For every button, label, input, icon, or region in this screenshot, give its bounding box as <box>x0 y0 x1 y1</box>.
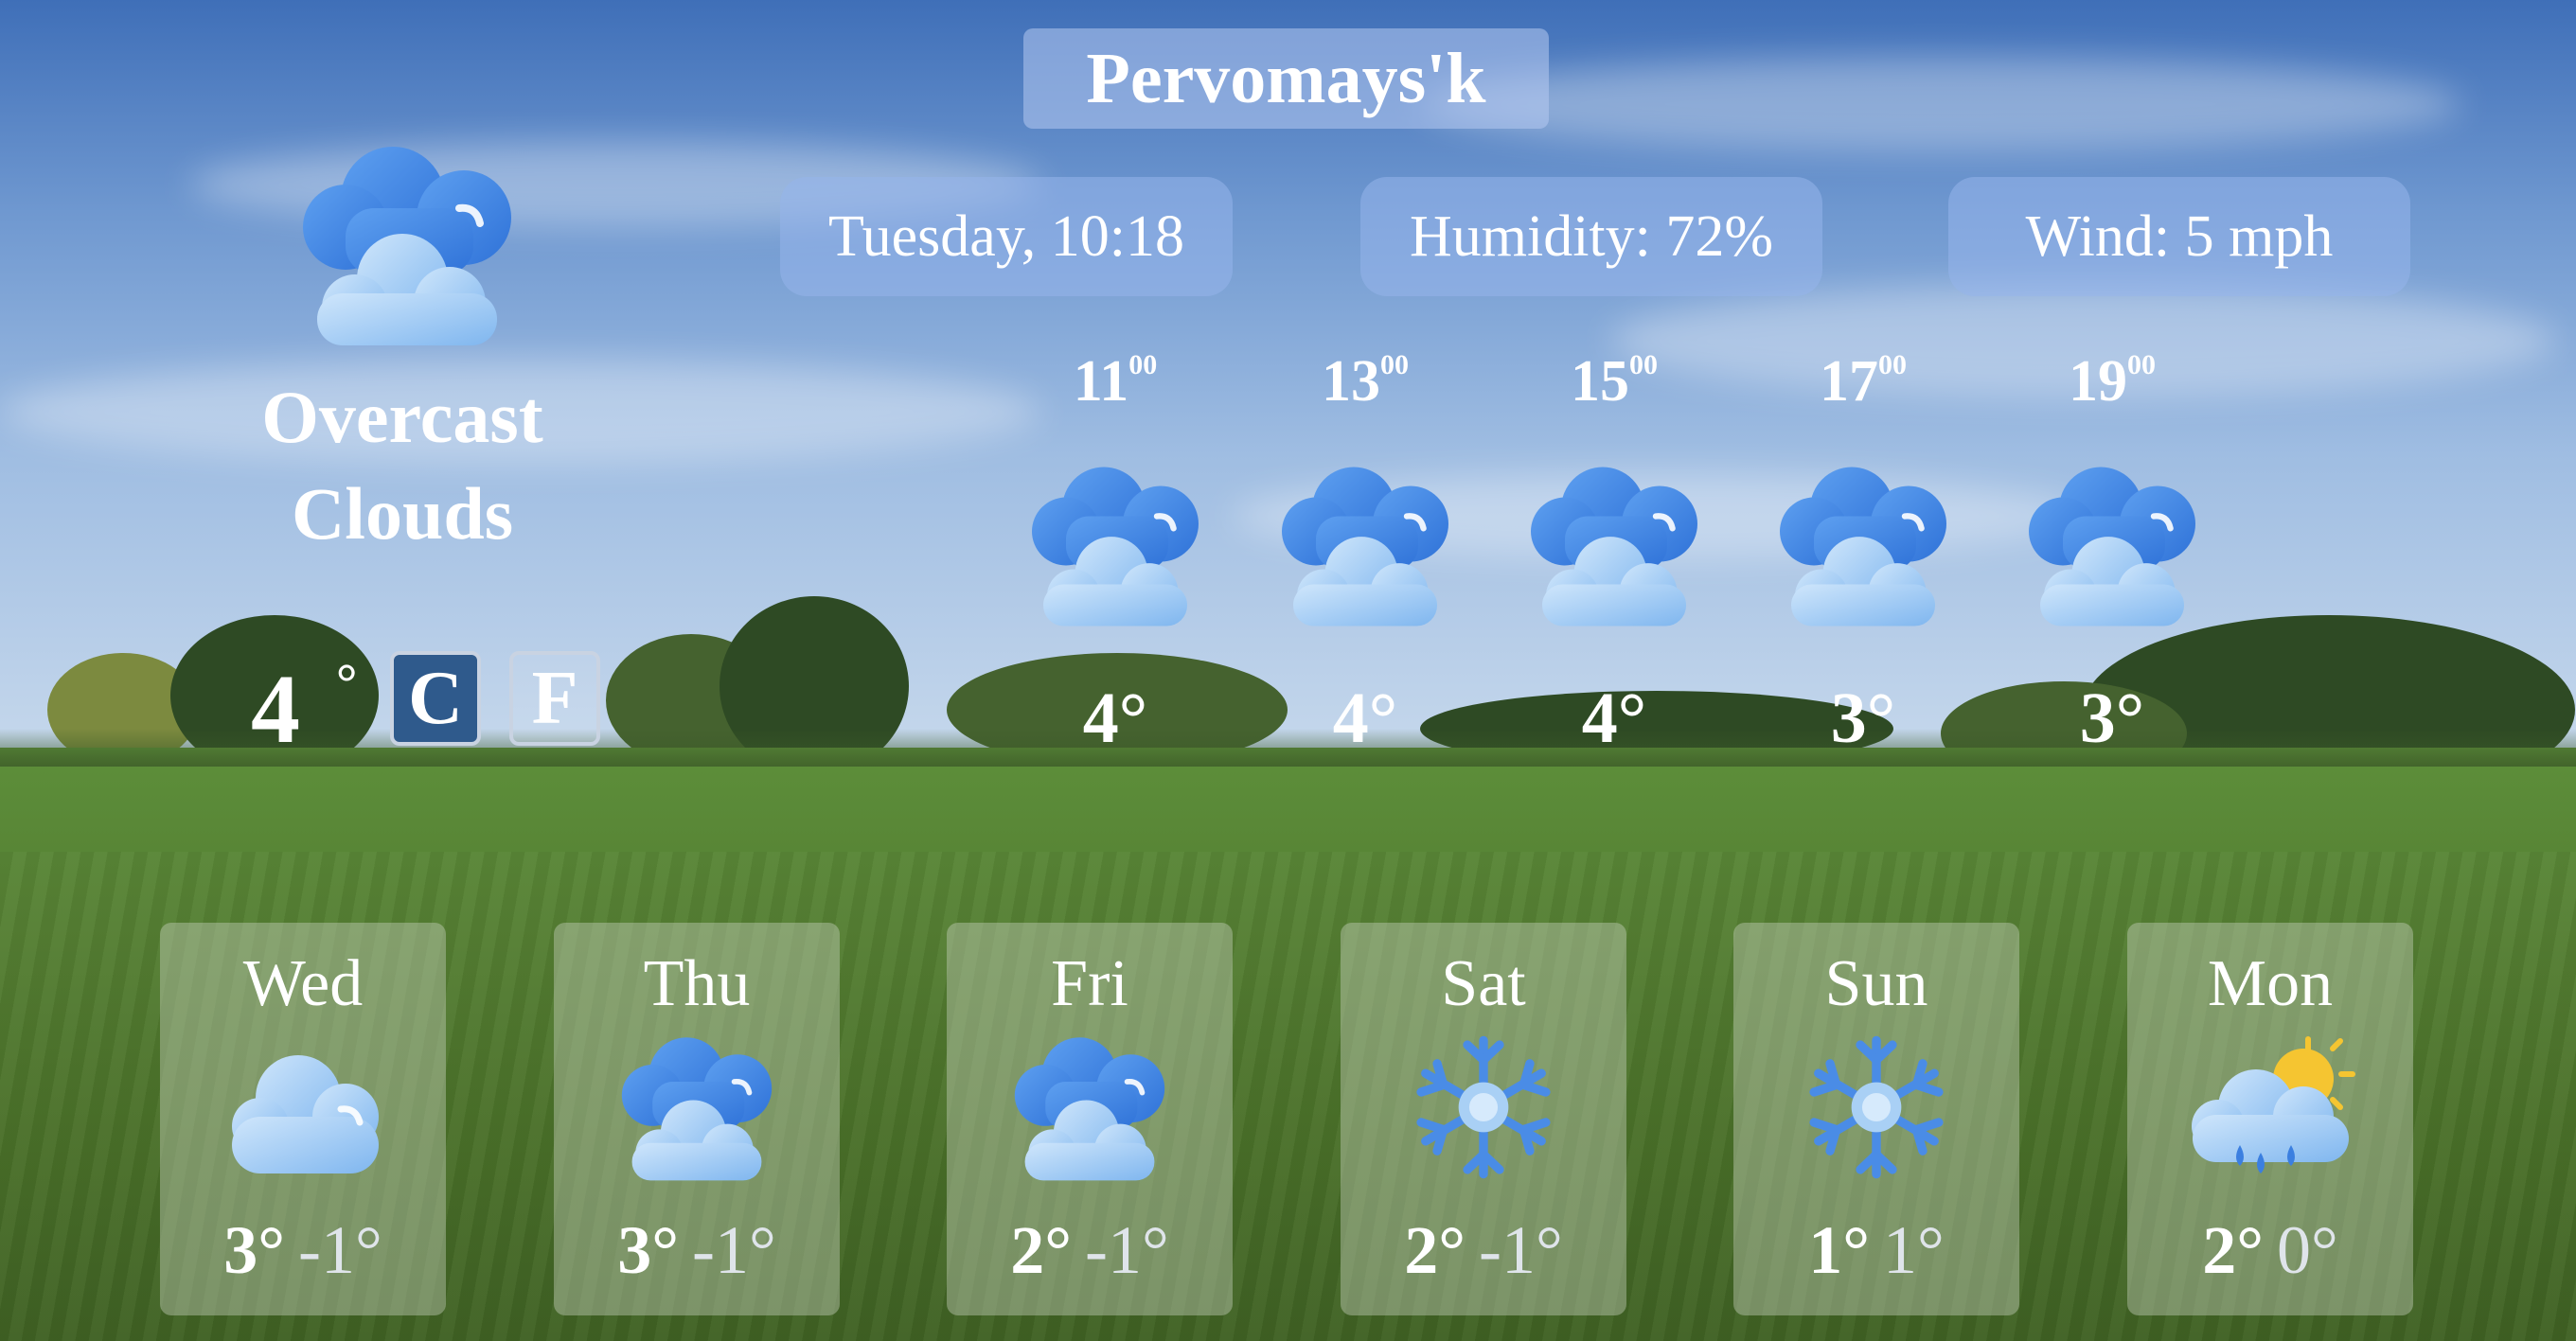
day-temperatures: 3° -1° <box>554 1211 840 1290</box>
overcast-clouds-icon <box>2017 462 2207 627</box>
low-temp: -1° <box>692 1212 776 1288</box>
daily-forecast-card-mon[interactable]: Mon 2° 0° <box>2127 923 2413 1315</box>
day-label: Wed <box>242 947 364 1020</box>
low-temp: -1° <box>1085 1212 1169 1288</box>
day-label: Mon <box>2207 947 2334 1020</box>
overcast-clouds-icon <box>1021 462 1210 627</box>
hour-temperature: 4° <box>1082 679 1148 758</box>
hourly-forecast-item: 1900 3° <box>2008 348 2216 765</box>
day-temperatures: 2° -1° <box>1341 1211 1626 1290</box>
city-name: Pervomays'k <box>1023 28 1549 129</box>
hourly-forecast-item: 1100 4° <box>1011 348 1219 765</box>
hour-label: 1500 <box>1571 349 1658 414</box>
hourly-forecast-item: 1300 4° <box>1261 348 1469 765</box>
high-temp: 2° <box>1404 1212 1466 1288</box>
hour-temperature: 3° <box>2079 679 2145 758</box>
hour-label: 1900 <box>2069 349 2156 414</box>
high-temp: 3° <box>223 1212 285 1288</box>
day-label: Fri <box>1051 947 1128 1020</box>
low-temp: -1° <box>298 1212 382 1288</box>
high-temp: 3° <box>617 1212 679 1288</box>
overcast-clouds-icon <box>1519 462 1709 627</box>
current-temperature: 4 <box>251 655 300 764</box>
low-temp: -1° <box>1479 1212 1563 1288</box>
high-temp: 1° <box>1808 1212 1870 1288</box>
overcast-clouds-icon <box>612 1032 782 1183</box>
snowflake-icon <box>1398 1032 1569 1183</box>
daily-forecast-card-thu[interactable]: Thu 3° -1° <box>554 923 840 1315</box>
sun-rain-cloud-icon <box>2185 1032 2355 1183</box>
current-day-time: Tuesday, 10:18 <box>780 177 1233 296</box>
hourly-forecast-item: 1500 4° <box>1510 348 1718 765</box>
current-condition: Overcast Clouds <box>189 369 615 562</box>
fahrenheit-button[interactable]: F <box>509 651 600 746</box>
hour-temperature: 3° <box>1830 679 1896 758</box>
day-temperatures: 1° 1° <box>1733 1211 2019 1290</box>
daily-forecast-card-sun[interactable]: Sun 1° 1° <box>1733 923 2019 1315</box>
hour-label: 1300 <box>1322 349 1409 414</box>
hourly-forecast-item: 1700 3° <box>1759 348 1967 765</box>
day-label: Thu <box>643 947 751 1020</box>
high-temp: 2° <box>2202 1212 2264 1288</box>
hour-label: 1100 <box>1073 349 1158 414</box>
wind-readout: Wind: 5 mph <box>1948 177 2410 296</box>
cloud-icon <box>218 1032 388 1183</box>
low-temp: 0° <box>2277 1212 2338 1288</box>
hour-label: 1700 <box>1820 349 1907 414</box>
condition-line-1: Overcast <box>261 376 543 458</box>
overcast-clouds-icon <box>289 142 525 345</box>
overcast-clouds-icon <box>1768 462 1958 627</box>
overcast-clouds-icon <box>1270 462 1460 627</box>
hour-temperature: 4° <box>1581 679 1647 758</box>
day-temperatures: 2° -1° <box>947 1211 1233 1290</box>
low-temp: 1° <box>1883 1212 1945 1288</box>
humidity-readout: Humidity: 72% <box>1360 177 1822 296</box>
overcast-clouds-icon <box>1004 1032 1175 1183</box>
day-temperatures: 3° -1° <box>160 1211 446 1290</box>
day-temperatures: 2° 0° <box>2127 1211 2413 1290</box>
daily-forecast-card-sat[interactable]: Sat 2° -1° <box>1341 923 1626 1315</box>
high-temp: 2° <box>1010 1212 1072 1288</box>
day-label: Sat <box>1441 947 1526 1020</box>
snowflake-icon <box>1791 1032 1962 1183</box>
condition-line-2: Clouds <box>291 472 514 555</box>
hour-temperature: 4° <box>1332 679 1398 758</box>
daily-forecast-card-wed[interactable]: Wed 3° -1° <box>160 923 446 1315</box>
daily-forecast-card-fri[interactable]: Fri 2° -1° <box>947 923 1233 1315</box>
degree-symbol: ° <box>336 654 358 713</box>
day-label: Sun <box>1824 947 1928 1020</box>
celsius-button[interactable]: C <box>390 651 481 746</box>
